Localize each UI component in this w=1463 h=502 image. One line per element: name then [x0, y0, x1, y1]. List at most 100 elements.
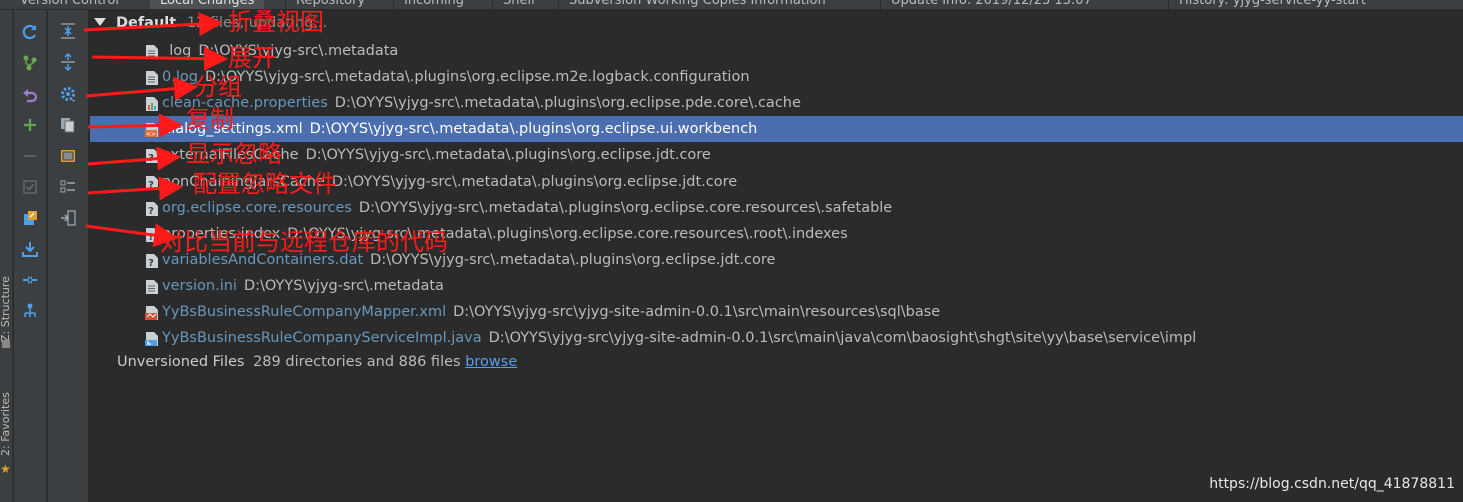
- browse-link[interactable]: browse: [465, 354, 517, 370]
- tab-update-info[interactable]: Update Info: 2019/12/23 13:07: [880, 0, 1102, 9]
- file-name: version.ini: [162, 277, 237, 294]
- file-name: org.eclipse.core.resources: [162, 199, 352, 216]
- unversioned-label: Unversioned Files: [117, 354, 245, 370]
- refresh-icon: [22, 24, 36, 40]
- file-path: D:\OYYS\yjyg-src\.metadata\.plugins\org.…: [305, 147, 711, 164]
- file-label: clean-cache.properties D:\OYYS\yjyg-src\.…: [162, 90, 801, 116]
- unknown-file-icon: ?: [145, 226, 159, 243]
- file-name: YyBsBusinessRuleCompanyServiceImpl.java: [162, 330, 482, 347]
- file-label: YyBsBusinessRuleCompanyMapper.xml D:\OYYS…: [162, 299, 940, 325]
- text-file-icon: [145, 278, 159, 294]
- structure-side-tab[interactable]: Z: Structure: [0, 276, 12, 342]
- undo-icon: [23, 89, 38, 103]
- file-row[interactable]: YyBsBusinessRuleCompanyServiceImpl.java D…: [90, 325, 1463, 351]
- xml-file-icon: <>: [145, 121, 159, 138]
- watermark: https://blog.csdn.net/qq_41878811: [1209, 476, 1455, 492]
- svg-text:?: ?: [148, 153, 154, 164]
- gear-icon: [61, 87, 75, 102]
- expand-all-button[interactable]: [57, 51, 79, 73]
- file-row[interactable]: 0.log D:\OYYS\yjyg-src\.metadata\.plugins…: [90, 64, 1463, 90]
- checkbox-icon: [23, 180, 37, 194]
- remove-changelist-button[interactable]: [19, 145, 41, 167]
- compare-with-remote-button[interactable]: [57, 207, 79, 229]
- new-changelist-button[interactable]: [19, 114, 41, 136]
- collapse-all-button[interactable]: [57, 20, 79, 42]
- vcs-toolbar: [14, 10, 47, 502]
- shelve-button[interactable]: [19, 238, 41, 260]
- list-settings-icon: [60, 180, 75, 193]
- file-name: YyBsBusinessRuleCompanyMapper.xml: [162, 304, 447, 320]
- unknown-file-icon: ?: [145, 200, 159, 217]
- favorites-side-tab[interactable]: 2: Favorites: [0, 392, 12, 456]
- configure-ignored-button[interactable]: [57, 176, 79, 198]
- unknown-file-icon: ?: [145, 252, 159, 269]
- move-icon: [24, 211, 37, 225]
- file-path: D:\OYYS\yjyg-src\.metadata\.plugins\org.…: [334, 95, 801, 112]
- file-path: D:\OYYS\yjyg-src\.metadata\.plugins\org.…: [204, 69, 750, 86]
- file-row[interactable]: version.ini D:\OYYS\yjyg-src\.metadata: [90, 273, 1463, 299]
- svg-text:?: ?: [148, 180, 154, 191]
- tab-shell[interactable]: Shell: [492, 0, 545, 9]
- unknown-file-icon: ?: [145, 147, 159, 164]
- changes-tree: Default 12 files, updating... _log D:\OYY…: [90, 10, 1463, 502]
- rollback-button[interactable]: [19, 83, 41, 105]
- refresh-button[interactable]: [19, 21, 41, 43]
- mybatis-file-icon: [145, 304, 159, 320]
- tab-version-control[interactable]: Version Control: [10, 0, 129, 9]
- file-label: org.eclipse.core.resources D:\OYYS\yjyg-s…: [162, 195, 892, 221]
- file-row[interactable]: ? externalFilesCache D:\OYYS\yjyg-src\.met…: [90, 142, 1463, 168]
- tab-incoming[interactable]: Incoming: [393, 0, 474, 9]
- annotation-configure-ignored: 配置忽略文件: [193, 170, 337, 198]
- branch-icon: [23, 55, 37, 71]
- file-row[interactable]: _log D:\OYYS\yjyg-src\.metadata: [90, 38, 1463, 64]
- text-file-icon: [145, 69, 159, 86]
- collapse-all-icon: [61, 23, 75, 39]
- minus-icon: [24, 155, 36, 157]
- show-ignored-button[interactable]: [57, 145, 79, 167]
- text-file-icon: [145, 43, 159, 59]
- integrate-button[interactable]: [19, 300, 41, 322]
- tool-window-tabs: Version Control Local Changes Repository…: [0, 0, 1463, 10]
- diff-icon: [61, 210, 76, 226]
- unversioned-info: 289 directories and 886 files: [253, 354, 461, 370]
- copy-button[interactable]: [57, 114, 79, 136]
- file-label: version.ini D:\OYYS\yjyg-src\.metadata: [162, 273, 444, 299]
- file-label: YyBsBusinessRuleCompanyServiceImpl.java D…: [162, 325, 1196, 351]
- chevron-down-icon[interactable]: [94, 18, 106, 26]
- file-name: 0.log: [162, 69, 198, 86]
- copy-icon: [61, 118, 75, 133]
- group-by-button[interactable]: [57, 83, 79, 105]
- file-label: dialog_settings.xml D:\OYYS\yjyg-src\.met…: [162, 116, 757, 142]
- annotation-group: 分组: [194, 73, 242, 101]
- file-name: _log: [162, 43, 192, 59]
- file-row[interactable]: <> dialog_settings.xml D:\OYYS\yjyg-src\.m…: [90, 116, 1463, 143]
- svg-text:?: ?: [148, 258, 154, 269]
- file-row[interactable]: ? org.eclipse.core.resources D:\OYYS\yjyg-…: [90, 195, 1463, 221]
- svg-text:<>: <>: [146, 131, 156, 138]
- move-to-changelist-button[interactable]: [19, 207, 41, 229]
- file-row[interactable]: YyBsBusinessRuleCompanyMapper.xml D:\OYYS…: [90, 299, 1463, 325]
- file-path: D:\OYYS\yjyg-src\yjyg-site-admin-0.0.1\s…: [488, 330, 1197, 347]
- merge-button[interactable]: [19, 269, 41, 291]
- file-label: _log D:\OYYS\yjyg-src\.metadata: [162, 38, 398, 64]
- tab-svn-working-copies[interactable]: Subversion Working Copies Information: [558, 0, 836, 9]
- unversioned-files-node[interactable]: Unversioned Files 289 directories and 88…: [117, 354, 517, 370]
- file-path: D:\OYYS\yjyg-src\.metadata\.plugins\org.…: [358, 199, 893, 216]
- file-path: D:\OYYS\yjyg-src\.metadata\.plugins\org.…: [309, 121, 758, 138]
- annotation-show-ignored: 显示忽略: [186, 140, 282, 168]
- star-icon: ★: [0, 462, 11, 476]
- hierarchy-icon: [24, 303, 36, 317]
- unknown-file-icon: ?: [145, 174, 159, 191]
- commit-button[interactable]: [19, 52, 41, 74]
- expand-all-icon: [61, 53, 75, 71]
- merge-arrows-icon: [23, 276, 37, 284]
- file-row[interactable]: clean-cache.properties D:\OYYS\yjyg-src\.…: [90, 90, 1463, 116]
- view-options-toolbar: [48, 10, 89, 502]
- file-path: D:\OYYS\yjyg-src\yjyg-site-admin-0.0.1\s…: [453, 304, 941, 320]
- annotation-copy: 复制: [186, 105, 234, 133]
- java-file-icon: [145, 330, 159, 347]
- set-active-changelist-button[interactable]: [19, 176, 41, 198]
- tab-history[interactable]: History: yjyg-service-yy-start: [1168, 0, 1376, 9]
- changelist-name: Default: [116, 15, 177, 31]
- file-path: D:\OYYS\yjyg-src\.metadata: [243, 277, 444, 294]
